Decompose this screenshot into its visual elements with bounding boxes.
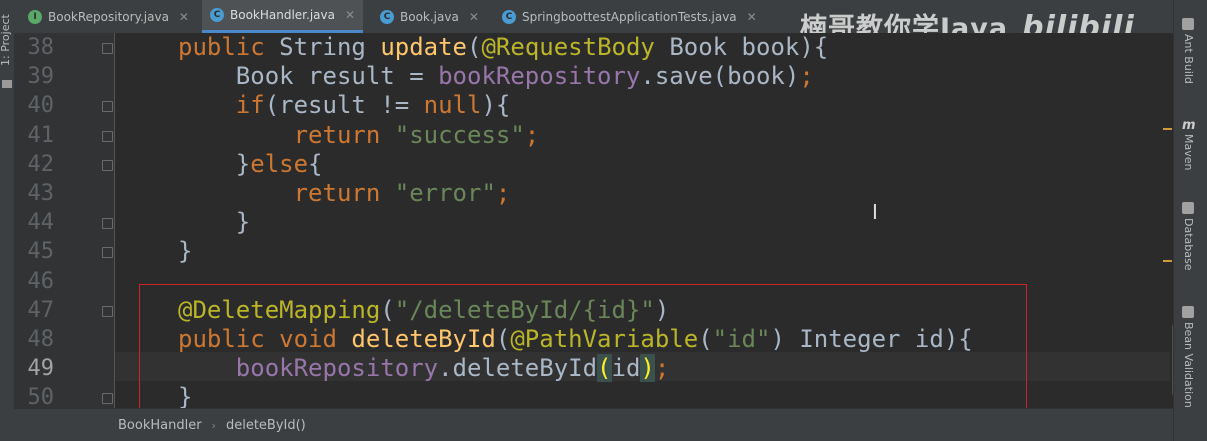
code-token: if	[235, 91, 265, 120]
code-token: {	[308, 149, 323, 178]
line-number: 40	[27, 93, 55, 119]
code-token: return	[293, 120, 395, 149]
text-cursor-icon: I	[872, 200, 878, 224]
fold-marker-icon[interactable]	[102, 393, 113, 405]
ant-build-icon	[1182, 18, 1194, 30]
right-tool-strip: Ant Build m Maven Database Bean Validation	[1173, 0, 1207, 441]
folder-icon	[2, 80, 12, 88]
fold-marker-icon[interactable]	[102, 101, 113, 113]
code-token: ;	[495, 179, 511, 207]
tab-label: Book.java	[400, 9, 459, 24]
editor-tab[interactable]: C Book.java ✕	[372, 0, 487, 33]
tool-window-ant-build[interactable]: Ant Build	[1182, 18, 1195, 87]
warning-marker	[1163, 260, 1172, 262]
fold-marker-icon[interactable]	[102, 305, 113, 317]
code-token: "error"	[394, 179, 496, 207]
breadcrumb-separator: ›	[211, 418, 216, 432]
line-number: 48	[27, 327, 55, 352]
line-number: 45	[27, 239, 55, 265]
editor-tab[interactable]: I BookRepository.java ✕	[20, 0, 197, 33]
close-icon[interactable]: ✕	[747, 10, 757, 24]
project-tool-button[interactable]: 1: Project	[0, 14, 12, 66]
code-token: "success"	[394, 120, 525, 149]
code-token: ;	[524, 120, 540, 149]
line-number: 38	[27, 35, 55, 60]
line-number: 47	[27, 297, 55, 323]
code-token: (	[467, 33, 482, 61]
tab-label: BookHandler.java	[230, 8, 335, 22]
tool-window-bean-validation[interactable]: Bean Validation	[1182, 306, 1195, 411]
line-number: 49	[27, 356, 55, 382]
code-line[interactable]: }	[178, 208, 250, 237]
line-number: 44	[27, 210, 55, 236]
close-icon[interactable]: ✕	[179, 10, 189, 24]
editor-tab[interactable]: C SpringboottestApplicationTests.java ✕	[494, 0, 765, 33]
line-number-gutter: 38 39 40 41 42 43 44 45 46 47 48 49 50	[14, 33, 115, 410]
code-token: String	[279, 33, 381, 61]
code-token: return	[293, 179, 395, 207]
breadcrumb-method[interactable]: deleteById()	[226, 418, 306, 433]
fold-marker-icon[interactable]	[102, 130, 113, 142]
code-token: @RequestBody	[481, 33, 670, 61]
code-token: Book result =	[178, 62, 439, 91]
line-number: 43	[27, 181, 55, 206]
code-line[interactable]: if(result != null){	[178, 91, 511, 120]
code-token: update	[380, 33, 468, 61]
code-line[interactable]: return "error";	[178, 179, 511, 208]
code-token: }	[178, 149, 251, 178]
code-token: ;	[799, 62, 814, 91]
bean-validation-icon	[1182, 306, 1194, 318]
fold-marker-icon[interactable]	[102, 159, 113, 171]
breadcrumb: BookHandler › deleteById()	[14, 408, 1173, 441]
code-line[interactable]: }	[178, 237, 192, 266]
code-line[interactable]: Book result = bookRepository.save(book);	[178, 62, 814, 91]
fold-marker-icon[interactable]	[102, 218, 113, 230]
line-number: 42	[27, 151, 55, 177]
close-icon[interactable]: ✕	[469, 10, 479, 24]
code-token: ){	[481, 91, 511, 120]
highlight-box	[139, 284, 1027, 416]
tab-label: SpringboottestApplicationTests.java	[522, 9, 737, 24]
code-line[interactable]: public String update(@RequestBody Book b…	[178, 33, 828, 62]
code-token: .save(book)	[640, 62, 800, 91]
tool-window-maven[interactable]: m Maven	[1182, 118, 1196, 173]
code-token: bookRepository	[438, 62, 641, 91]
class-icon: C	[380, 9, 394, 24]
line-number: 39	[27, 64, 55, 90]
editor-tab[interactable]: C BookHandler.java ✕	[202, 0, 364, 33]
fold-marker-icon[interactable]	[102, 43, 113, 54]
tool-window-label: Bean Validation	[1182, 322, 1195, 408]
tab-label: BookRepository.java	[48, 9, 169, 24]
fold-marker-icon[interactable]	[102, 247, 113, 259]
code-token: }	[178, 237, 193, 266]
code-token: public	[178, 33, 280, 61]
tool-window-label: Ant Build	[1182, 34, 1195, 84]
code-token: Book book){	[669, 33, 829, 61]
code-line[interactable]: }else{	[178, 150, 323, 179]
breadcrumb-class[interactable]: BookHandler	[118, 418, 202, 433]
close-icon[interactable]: ✕	[345, 8, 355, 22]
line-number: 41	[27, 122, 55, 148]
maven-icon: m	[1182, 118, 1196, 133]
code-token: null	[423, 91, 482, 120]
left-tool-strip: 1: Project	[0, 0, 15, 441]
tool-window-label: Database	[1182, 218, 1195, 271]
database-icon	[1182, 202, 1194, 214]
code-token: (result !=	[264, 91, 424, 120]
interface-icon: I	[28, 9, 42, 24]
line-number: 46	[27, 268, 55, 294]
code-line[interactable]: return "success";	[178, 120, 540, 150]
tool-window-label: Maven	[1182, 134, 1195, 171]
test-class-icon: C	[502, 9, 516, 24]
tool-window-database[interactable]: Database	[1182, 202, 1195, 274]
code-token: else	[250, 149, 309, 178]
class-icon: C	[210, 8, 224, 22]
warning-marker	[1163, 128, 1172, 130]
code-token: }	[178, 208, 251, 237]
